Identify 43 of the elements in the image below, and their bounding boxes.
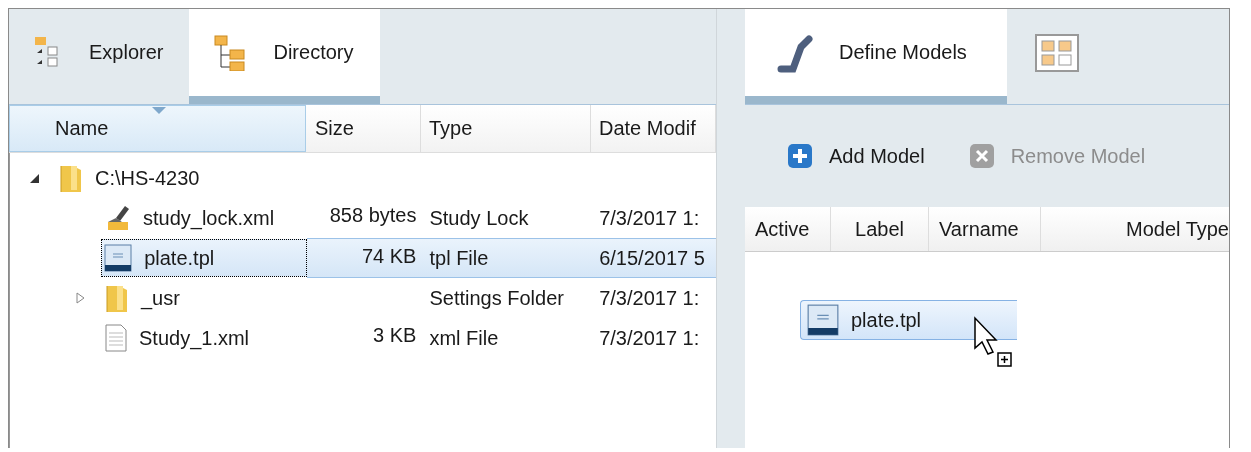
file-size: 74 KB	[361, 245, 417, 268]
file-size: 3 KB	[373, 324, 417, 347]
column-header[interactable]: Size	[306, 105, 421, 152]
close-icon	[968, 143, 995, 169]
add-model-button[interactable]: Add Model	[787, 143, 925, 169]
date-modified: 6/15/2017 5	[599, 246, 705, 270]
date-modified: 7/3/2017 1:	[599, 286, 700, 310]
tree-item[interactable]: C:\HS-4230	[56, 159, 207, 197]
bent-pipe-icon	[777, 32, 813, 73]
expanded-triangle-icon[interactable]	[30, 172, 40, 184]
sort-arrow-icon	[152, 107, 166, 114]
document-icon	[807, 304, 839, 336]
folder-icon	[105, 283, 129, 313]
date-modified: 7/3/2017 1:	[599, 206, 700, 230]
file-type: xml File	[429, 326, 499, 350]
file-type: tpl File	[429, 246, 489, 270]
date-modified: 7/3/2017 1:	[599, 326, 700, 350]
file-icon	[105, 324, 127, 352]
column-header[interactable]: Varname	[929, 207, 1041, 251]
collapsed-triangle-icon[interactable]	[76, 292, 86, 304]
tree-item[interactable]: plate.tpl	[101, 239, 307, 277]
column-header[interactable]: Date Modif	[591, 105, 716, 152]
drag-item: plate.tpl	[800, 300, 1017, 340]
panel-tab[interactable]: Define Models	[745, 9, 1007, 104]
stamp-icon	[105, 204, 131, 232]
tree-item[interactable]: study_lock.xml	[102, 199, 282, 237]
column-header[interactable]: Type	[421, 105, 591, 152]
column-header[interactable]: Active	[745, 207, 831, 251]
folder-icon	[59, 163, 83, 193]
column-header[interactable]: Name	[9, 105, 306, 152]
file-type: Study Lock	[429, 206, 529, 230]
panel-tab[interactable]: Explorer	[9, 9, 190, 104]
plus-icon	[787, 143, 813, 169]
panel-tab[interactable]: Directory	[189, 9, 380, 104]
tree-item[interactable]: Study_1.xml	[102, 319, 257, 357]
column-header[interactable]: Model Type	[1041, 207, 1229, 251]
document-icon	[104, 244, 133, 272]
grid-layout-icon	[1035, 33, 1079, 72]
tree-item[interactable]: _usr	[102, 279, 187, 317]
column-header[interactable]: Label	[831, 207, 929, 251]
folder-tree-icon	[213, 34, 248, 71]
file-size: 858 bytes	[329, 204, 417, 227]
file-type: Settings Folder	[429, 286, 564, 310]
